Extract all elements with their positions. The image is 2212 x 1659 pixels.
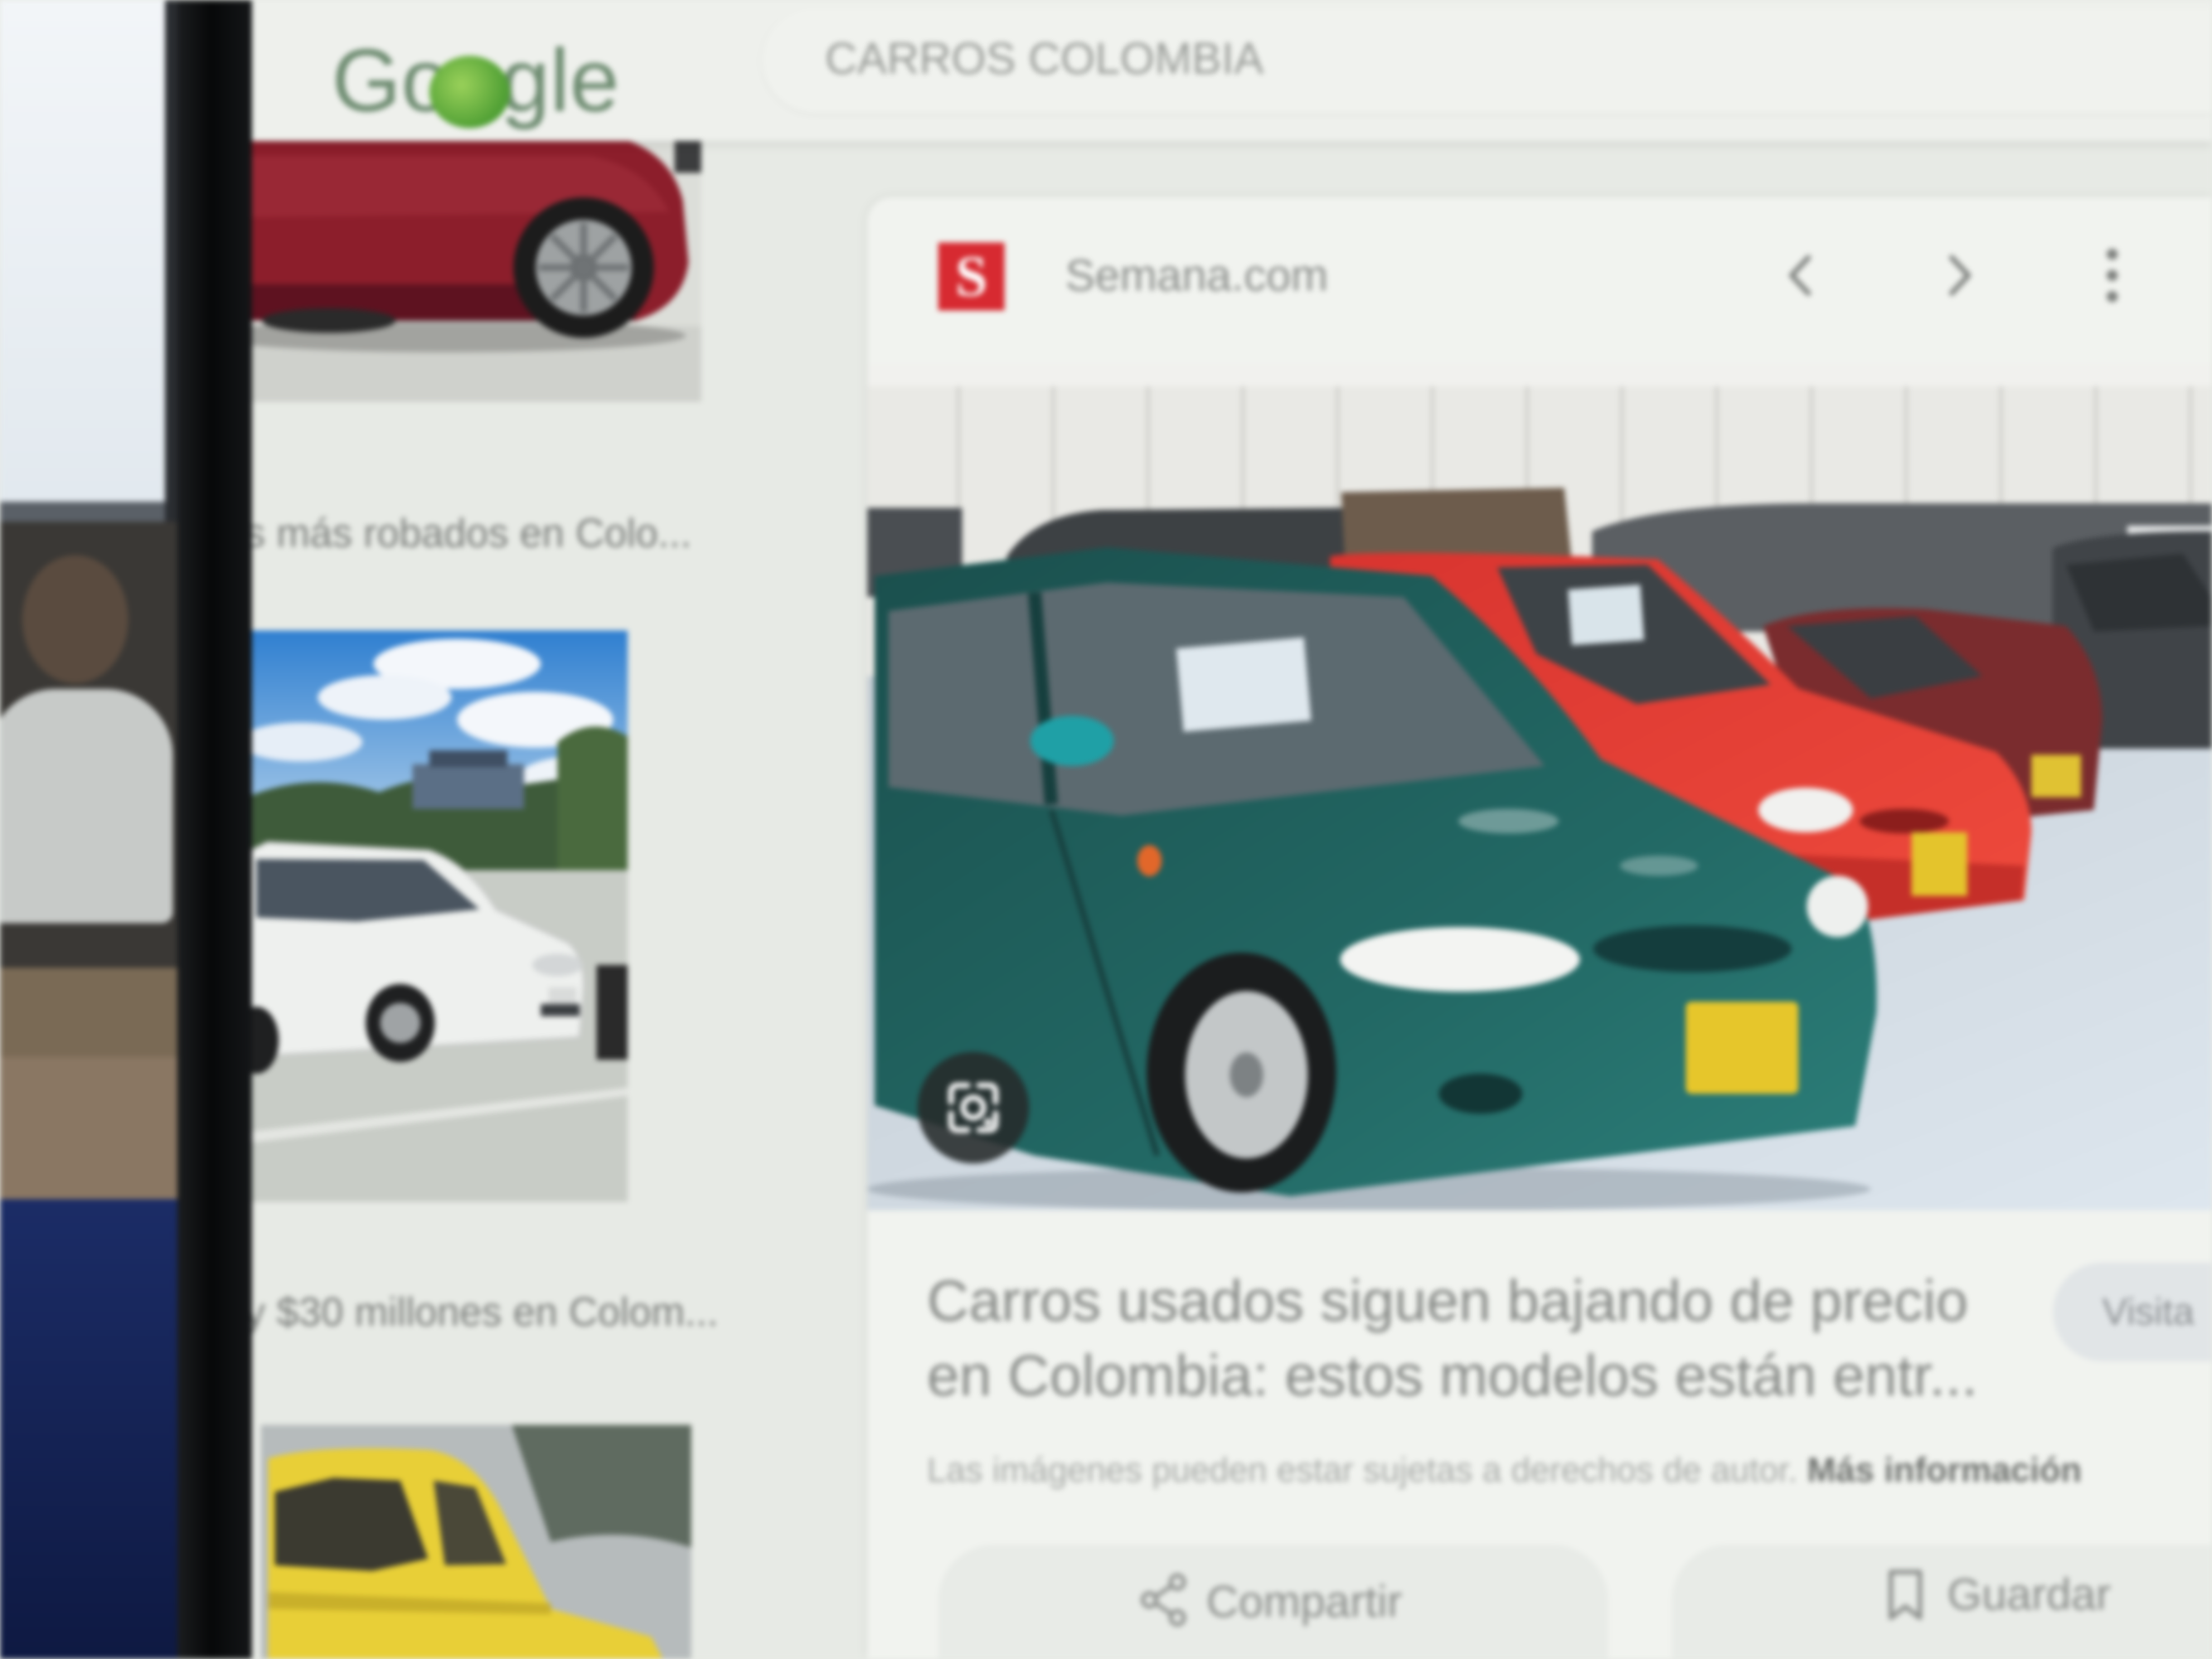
- save-button-label: Guardar: [1947, 1569, 2111, 1619]
- more-info-link[interactable]: Más información: [1807, 1451, 2082, 1490]
- background-person-shirt: [0, 689, 173, 923]
- google-lens-icon: [948, 1083, 998, 1133]
- background-blue-panel: [0, 1199, 177, 1659]
- source-logo[interactable]: S: [938, 242, 1005, 311]
- result-image-1[interactable]: [245, 134, 701, 402]
- doodle-icon[interactable]: [429, 56, 510, 128]
- background-person-head: [22, 555, 128, 683]
- background-desk: [0, 968, 177, 1057]
- background-screen-frame: [0, 502, 177, 522]
- visit-button[interactable]: Visita: [2053, 1263, 2212, 1361]
- background-second-screen: [0, 0, 177, 522]
- source-name[interactable]: Semana.com: [1065, 250, 1328, 301]
- background-floor: [0, 1057, 177, 1199]
- preview-title-line-2[interactable]: en Colombia: estos modelos están entr...: [927, 1338, 1978, 1413]
- bookmark-icon: [1889, 1570, 1922, 1620]
- lens-search-button[interactable]: [918, 1052, 1029, 1163]
- background-screen-edge: [165, 0, 177, 522]
- showroom-photo: [867, 364, 2212, 1210]
- photo-of-monitor: Google CARROS COLOMBIA s más robad: [0, 0, 2212, 1659]
- car-photo: [261, 1425, 691, 1659]
- preview-image[interactable]: [867, 364, 2212, 1210]
- red-car: [245, 134, 688, 338]
- search-query[interactable]: CARROS COLOMBIA: [825, 33, 1264, 84]
- prev-image-button[interactable]: [1774, 248, 1830, 303]
- chevron-right-icon: [1949, 255, 1971, 296]
- background-room: [0, 522, 177, 1199]
- more-vert-icon: [2107, 249, 2118, 302]
- car-photo: [245, 630, 628, 1202]
- copyright-text: Las imágenes pueden estar sujetas a dere…: [927, 1451, 1798, 1490]
- chevron-left-icon: [1789, 255, 1811, 296]
- share-button[interactable]: Compartir: [938, 1545, 1608, 1659]
- result-caption-2[interactable]: y $30 millones en Colom...: [245, 1290, 718, 1335]
- copyright-notice: Las imágenes pueden estar sujetas a dere…: [927, 1449, 2212, 1492]
- result-image-2[interactable]: [245, 630, 628, 1202]
- visit-button-label: Visita: [2102, 1291, 2195, 1333]
- more-options-button[interactable]: [2093, 242, 2132, 309]
- share-icon: [1141, 1573, 1186, 1627]
- result-image-3[interactable]: [261, 1425, 691, 1659]
- save-button[interactable]: Guardar: [1672, 1545, 2212, 1659]
- monitor-bezel: [177, 0, 252, 1659]
- car-photo: [245, 134, 701, 402]
- next-image-button[interactable]: [1930, 248, 1986, 303]
- preview-title-line-1[interactable]: Carros usados siguen bajando de precio: [927, 1264, 1968, 1338]
- share-button-label: Compartir: [1206, 1576, 1403, 1626]
- result-caption-1[interactable]: s más robados en Colo...: [245, 511, 691, 556]
